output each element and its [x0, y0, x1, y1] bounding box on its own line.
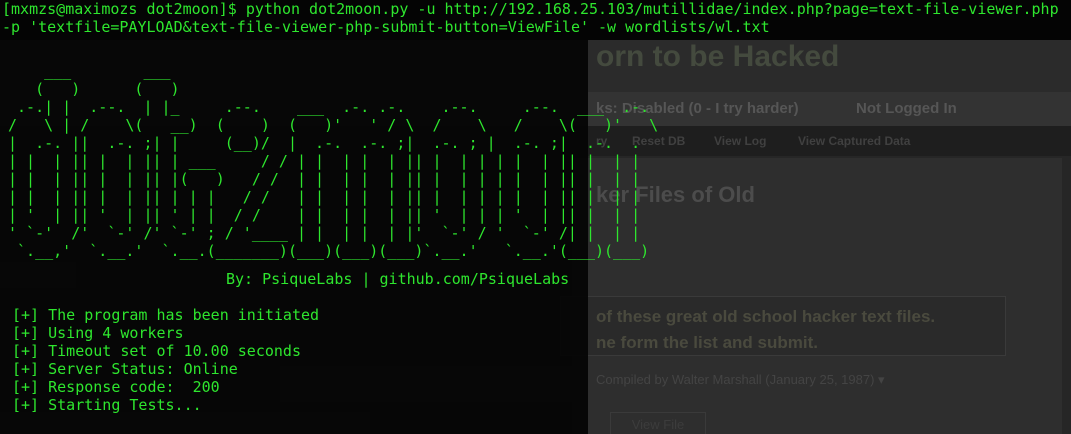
log-line: [+] The program has been initiated	[12, 306, 320, 324]
command-line-2: -p 'textfile=PAYLOAD&text-file-viewer-ph…	[2, 18, 770, 36]
command-line-1: [mxmzs@maximozs dot2moon]$ python dot2mo…	[2, 0, 1059, 18]
terminal-window[interactable]: [mxmzs@maximozs dot2moon]$ python dot2mo…	[0, 0, 1071, 434]
log-line: [+] Starting Tests...	[12, 396, 202, 414]
log-line: [+] Timeout set of 10.00 seconds	[12, 342, 301, 360]
log-line: [+] Response code: 200	[12, 378, 220, 396]
log-line: [+] Using 4 workers	[12, 324, 184, 342]
log-line: [+] Server Status: Online	[12, 360, 238, 378]
ascii-banner: ___ ___ ( ) ( ) .-.| | .--. | |_ .--. __…	[8, 62, 659, 260]
credit-line: By: PsiqueLabs | github.com/PsiqueLabs	[226, 270, 570, 288]
